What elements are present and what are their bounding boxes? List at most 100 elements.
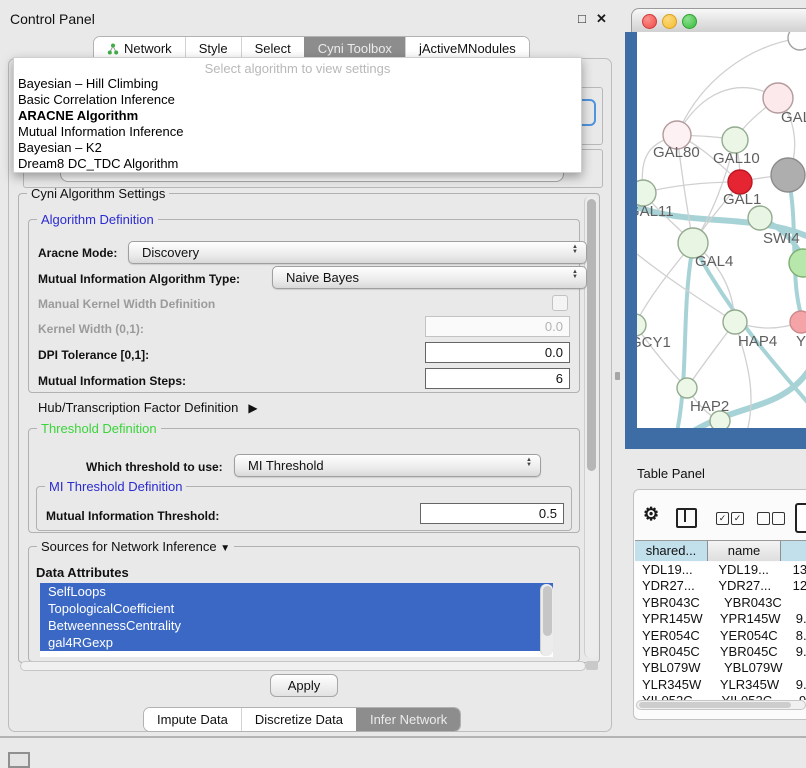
table-header: shared... name (635, 540, 806, 563)
data-attributes-list[interactable]: SelfLoopsTopologicalCoefficientBetweenne… (40, 583, 553, 657)
kernel-width-label: Kernel Width (0,1): (38, 322, 144, 336)
mi-threshold-input[interactable]: 0.5 (420, 503, 564, 524)
network-node[interactable] (788, 32, 806, 50)
table-cell: YLR345W (711, 677, 789, 693)
network-node[interactable] (771, 158, 805, 192)
tab-discretize-data-label: Discretize Data (255, 708, 343, 731)
network-window-titlebar[interactable] (631, 8, 806, 34)
data-attribute-item[interactable]: TopologicalCoefficient (40, 600, 553, 617)
manual-kernel-label: Manual Kernel Width Definition (38, 297, 215, 311)
settings-scrollbar-thumb[interactable] (587, 199, 596, 471)
table-row[interactable]: YIL052CYIL052C9 (635, 693, 806, 700)
network-icon (107, 43, 119, 55)
checked-checkbox-icon[interactable]: ✓ (716, 512, 729, 525)
algorithm-option[interactable]: Basic Correlation Inference (18, 92, 175, 108)
attributes-scrollbar[interactable] (540, 584, 553, 656)
table-cell (797, 660, 804, 676)
settings-hscrollbar[interactable] (20, 661, 586, 671)
apply-button[interactable]: Apply (270, 674, 338, 697)
cyni-algorithm-settings-title: Cyni Algorithm Settings (27, 186, 169, 201)
table-cell: 9. (789, 677, 806, 693)
aracne-mode-value: Discovery (142, 245, 199, 260)
table-cell: YPR145W (711, 611, 789, 627)
zoom-window-icon[interactable] (682, 14, 697, 29)
network-canvas[interactable]: GALGAL80GAL10GAL1GAL11SWI4GAL4GCY1HAP4YH… (637, 32, 806, 428)
tab-discretize-data[interactable]: Discretize Data (241, 708, 356, 731)
aracne-mode-select[interactable]: Discovery ▲▼ (128, 241, 587, 264)
attributes-scrollbar-thumb[interactable] (543, 586, 552, 636)
table-cell: YIL052C (635, 693, 713, 700)
which-threshold-value: MI Threshold (248, 458, 324, 473)
table-cell: 8. (789, 628, 806, 644)
table-settings-gear-icon[interactable]: ⚙ (643, 504, 659, 525)
data-attribute-item[interactable]: SelfLoops (40, 583, 553, 600)
close-panel-icon[interactable]: ✕ (596, 11, 607, 27)
table-hscrollbar[interactable] (636, 700, 806, 710)
checked-checkbox-icon[interactable]: ✓ (731, 512, 744, 525)
table-cell: YBR043C (715, 595, 797, 611)
mi-steps-input[interactable]: 6 (425, 368, 570, 389)
network-node-swi4[interactable] (748, 206, 772, 230)
sources-group-title[interactable]: Sources for Network Inference ▼ (37, 539, 234, 554)
tab-impute-data[interactable]: Impute Data (144, 708, 241, 731)
table-cell: YLR345W (635, 677, 711, 693)
algorithm-option[interactable]: Bayesian – K2 (18, 140, 102, 156)
settings-scrollbar[interactable] (584, 196, 598, 658)
unchecked-checkbox-icon[interactable] (772, 512, 785, 525)
manual-kernel-checkbox[interactable] (552, 295, 568, 311)
algorithm-dropdown-popup: Select algorithm to view settings Bayesi… (13, 57, 582, 173)
table-row[interactable]: YER054CYER054C8. (635, 628, 806, 644)
table-cell: YBR045C (635, 644, 711, 660)
mi-type-select[interactable]: Naive Bayes ▲▼ (272, 266, 587, 289)
network-node-label: GAL11 (637, 203, 674, 220)
document-icon[interactable] (795, 503, 806, 533)
table-cell: YDL19... (635, 562, 709, 578)
network-node-hap4[interactable] (723, 310, 747, 334)
mi-steps-label: Mutual Information Steps: (38, 374, 186, 388)
minimize-window-icon[interactable] (662, 14, 677, 29)
data-attributes-label: Data Attributes (36, 565, 129, 580)
table-row[interactable]: YPR145WYPR145W9. (635, 611, 806, 627)
algorithm-option[interactable]: Dream8 DC_TDC Algorithm (18, 156, 178, 172)
table-cell: YBR045C (711, 644, 789, 660)
table-row[interactable]: YLR345WYLR345W9. (635, 677, 806, 693)
table-body[interactable]: YDL19...YDL19...13YDR27...YDR27...12YBR0… (635, 562, 806, 700)
table-hscrollbar-thumb[interactable] (639, 702, 791, 708)
expander-arrow-icon: ▶ (248, 401, 257, 415)
table-cell: YDR27... (709, 578, 785, 594)
column-header-shared-name[interactable]: shared... (635, 541, 708, 561)
algorithm-option[interactable]: Mutual Information Inference (18, 124, 183, 140)
kernel-width-input[interactable]: 0.0 (425, 316, 570, 337)
table-row[interactable]: YBR045CYBR045C9. (635, 644, 806, 660)
table-cell: YBR043C (635, 595, 715, 611)
table-row[interactable]: YDR27...YDR27...12 (635, 578, 806, 594)
network-node-label: HAP4 (738, 333, 777, 350)
unchecked-checkbox-icon[interactable] (757, 512, 770, 525)
spinner-arrows-icon: ▲▼ (526, 458, 532, 468)
column-header-partial[interactable] (781, 541, 806, 561)
close-window-icon[interactable] (642, 14, 657, 29)
float-window-icon[interactable]: □ (578, 11, 586, 26)
network-node-hap2[interactable] (677, 378, 697, 398)
aracne-mode-label: Aracne Mode: (38, 246, 117, 260)
network-node[interactable] (789, 249, 806, 277)
data-attribute-item[interactable]: gal4RGexp (40, 634, 553, 651)
table-row[interactable]: YBR043CYBR043C (635, 595, 806, 611)
which-threshold-select[interactable]: MI Threshold ▲▼ (234, 454, 541, 477)
split-columns-icon[interactable] (676, 508, 697, 528)
network-node-y[interactable] (790, 311, 806, 333)
network-node-gcy1[interactable] (637, 314, 646, 336)
column-header-name[interactable]: name (708, 541, 781, 561)
dpi-tolerance-input[interactable]: 0.0 (425, 342, 570, 363)
hub-definition-expander[interactable]: Hub/Transcription Factor Definition▶ (38, 400, 258, 415)
panel-splitter-handle[interactable] (615, 372, 620, 380)
tab-infer-network[interactable]: Infer Network (356, 708, 460, 731)
algorithm-option[interactable]: Bayesian – Hill Climbing (18, 76, 158, 92)
dpi-tolerance-label: DPI Tolerance [0,1]: (38, 348, 149, 362)
bottom-left-widget[interactable] (8, 752, 30, 768)
data-attribute-item[interactable]: BetweennessCentrality (40, 617, 553, 634)
table-row[interactable]: YDL19...YDL19...13 (635, 562, 806, 578)
table-row[interactable]: YBL079WYBL079W (635, 660, 806, 676)
algorithm-option[interactable]: ARACNE Algorithm (18, 108, 138, 124)
network-node-label: HAP2 (690, 398, 729, 415)
